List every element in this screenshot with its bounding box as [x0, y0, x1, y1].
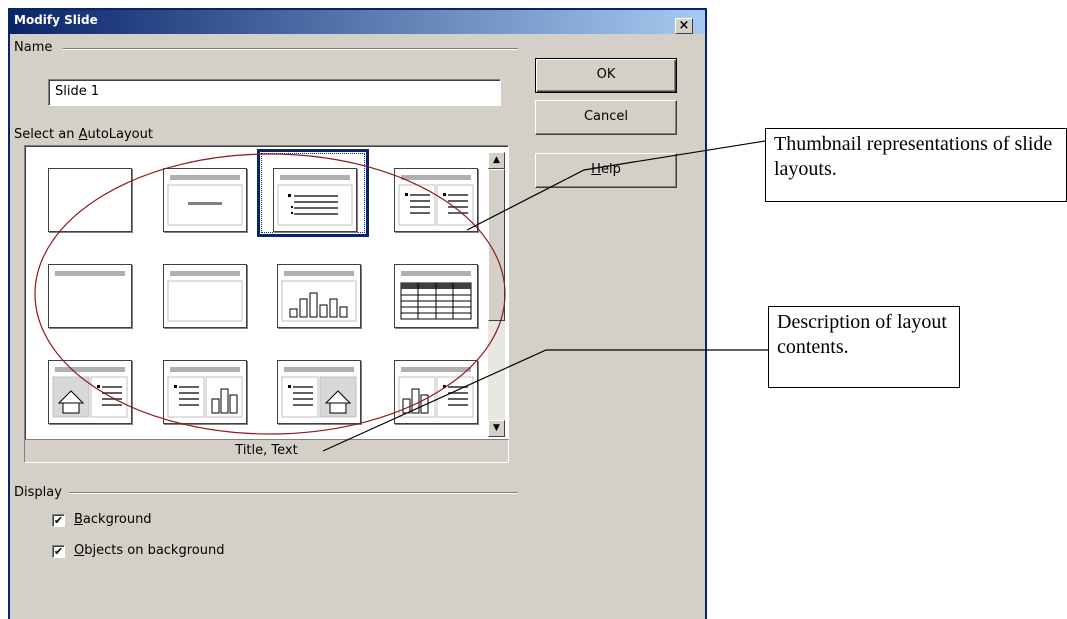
description-leader-line [322, 349, 768, 452]
thumbnail-leader-line [466, 140, 766, 231]
layouts-ellipse [34, 153, 506, 435]
thumbnail-callout: Thumbnail representations of slide layou… [765, 128, 1067, 202]
description-callout: Description of layout contents. [768, 306, 960, 388]
